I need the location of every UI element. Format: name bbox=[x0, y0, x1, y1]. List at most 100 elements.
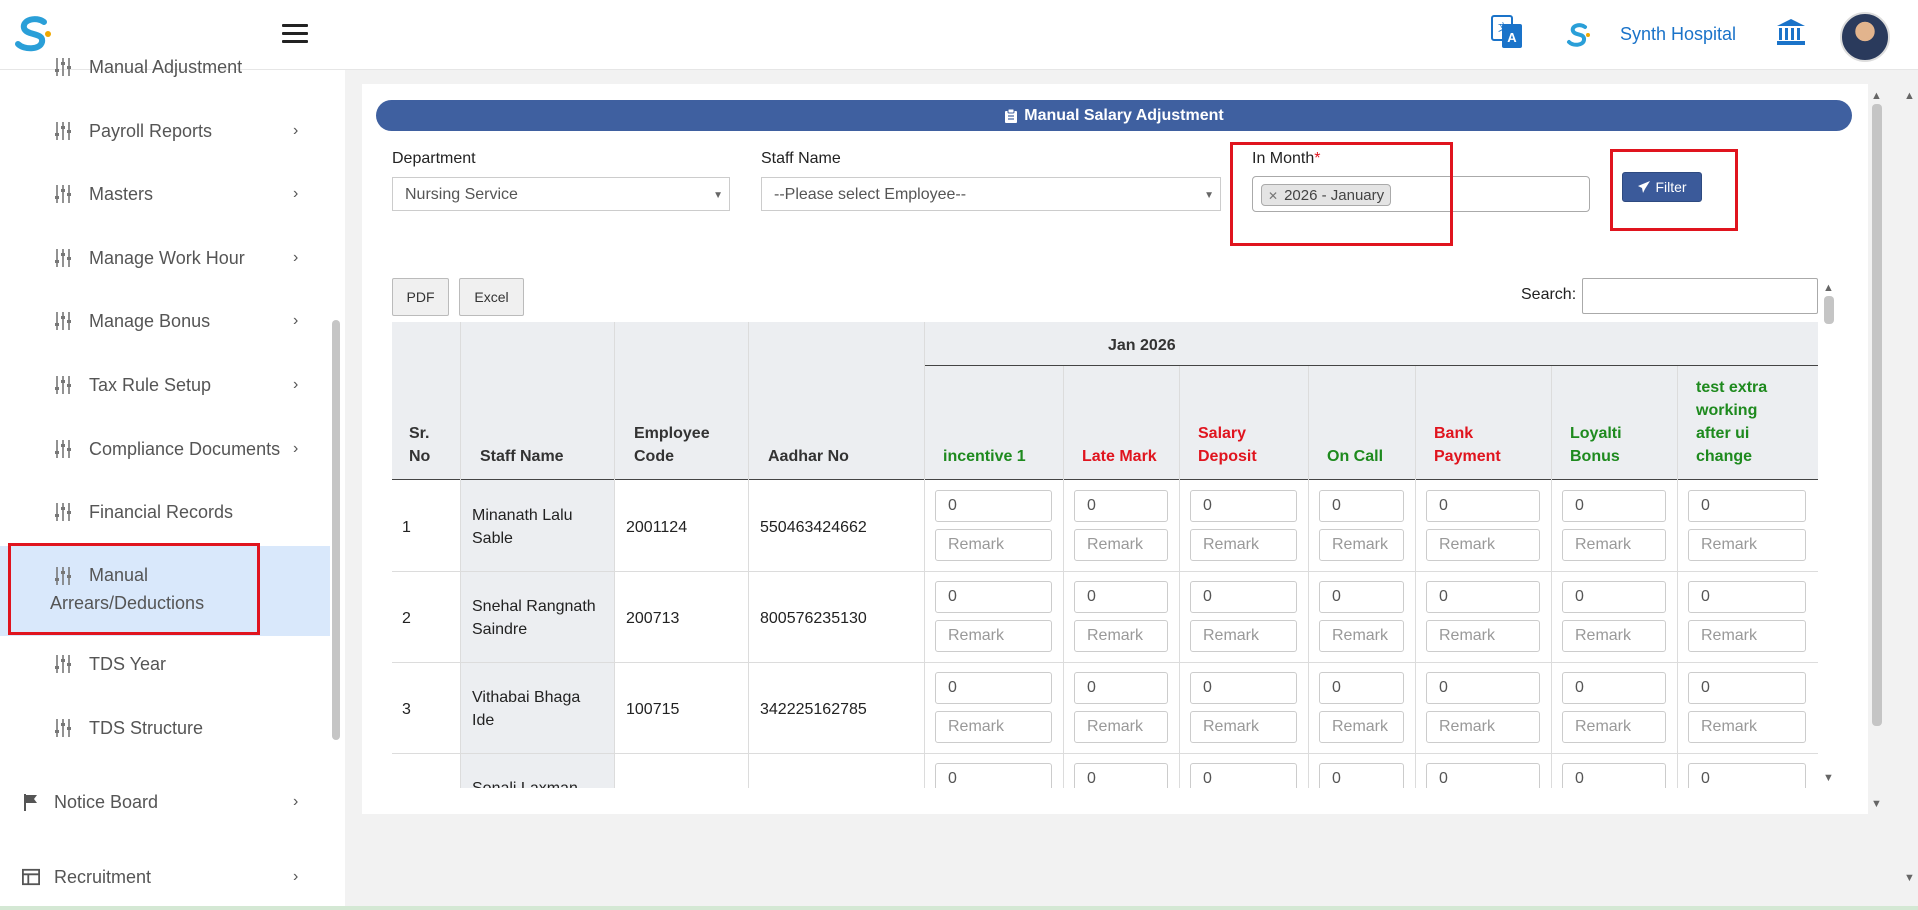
salary-deposit-remark-input[interactable]: Remark bbox=[1190, 529, 1297, 561]
app-logo-icon[interactable] bbox=[14, 14, 54, 54]
col-staff-name[interactable]: Staff Name bbox=[480, 445, 564, 468]
cell-staff-name: Snehal Rangnath bbox=[472, 598, 596, 615]
test-extra-remark-input[interactable]: Remark bbox=[1688, 711, 1806, 743]
translate-icon[interactable]: A 文 bbox=[1490, 14, 1524, 50]
user-avatar[interactable] bbox=[1840, 12, 1890, 62]
col-incentive-1[interactable]: incentive 1 bbox=[943, 445, 1026, 468]
sliders-icon bbox=[55, 719, 71, 737]
incentive-1-remark-input[interactable]: Remark bbox=[935, 711, 1052, 743]
sliders-icon bbox=[55, 376, 71, 394]
sidebar-item-recruitment[interactable]: Recruitment › bbox=[0, 849, 330, 905]
sliders-icon bbox=[55, 503, 71, 521]
card-scrollbar[interactable] bbox=[1872, 104, 1882, 726]
loyalti-bonus-input[interactable]: 0 bbox=[1562, 672, 1666, 704]
adjustment-table: Jan 2026 Sr. No Staff Name Employee Code… bbox=[392, 322, 1818, 788]
bank-payment-input[interactable]: 0 bbox=[1426, 763, 1540, 788]
department-select[interactable]: Nursing Service ▼ bbox=[392, 177, 730, 211]
test-extra-remark-input[interactable]: Remark bbox=[1688, 529, 1806, 561]
page-scroll-down-icon[interactable]: ▼ bbox=[1904, 872, 1915, 884]
table-scrollbar[interactable] bbox=[1824, 296, 1834, 324]
menu-toggle-icon[interactable] bbox=[282, 24, 308, 44]
loyalti-bonus-input[interactable]: 0 bbox=[1562, 581, 1666, 613]
sidebar-item-notice-board[interactable]: Notice Board › bbox=[0, 774, 330, 830]
sidebar-item-manage-bonus[interactable]: Manage Bonus › bbox=[0, 293, 330, 349]
loyalti-bonus-input[interactable]: 0 bbox=[1562, 490, 1666, 522]
cell-staff-name-line2: Saindre bbox=[472, 621, 528, 638]
col-aadhar-no[interactable]: Aadhar No bbox=[768, 445, 849, 468]
test-extra-remark-input[interactable]: Remark bbox=[1688, 620, 1806, 652]
late-mark-remark-input[interactable]: Remark bbox=[1074, 711, 1168, 743]
sidebar-item-label: Tax Rule Setup bbox=[89, 374, 212, 395]
sidebar-item-manage-work-hour[interactable]: Manage Work Hour › bbox=[0, 230, 330, 286]
staff-name-select[interactable]: --Please select Employee-- ▼ bbox=[761, 177, 1221, 211]
test-extra-input[interactable]: 0 bbox=[1688, 490, 1806, 522]
sidebar-item-manual-adjustment[interactable]: Manual Adjustment bbox=[0, 52, 330, 82]
bank-payment-input[interactable]: 0 bbox=[1426, 581, 1540, 613]
on-call-input[interactable]: 0 bbox=[1319, 490, 1404, 522]
chevron-right-icon: › bbox=[293, 868, 299, 885]
loyalti-bonus-remark-input[interactable]: Remark bbox=[1562, 620, 1666, 652]
sidebar-item-tds-structure[interactable]: TDS Structure bbox=[0, 700, 330, 756]
sidebar-scrollbar[interactable] bbox=[332, 320, 340, 740]
on-call-input[interactable]: 0 bbox=[1319, 763, 1404, 788]
bank-icon[interactable] bbox=[1776, 18, 1806, 46]
bank-payment-input[interactable]: 0 bbox=[1426, 490, 1540, 522]
salary-deposit-input[interactable]: 0 bbox=[1190, 581, 1297, 613]
late-mark-input[interactable]: 0 bbox=[1074, 763, 1168, 788]
salary-deposit-remark-input[interactable]: Remark bbox=[1190, 620, 1297, 652]
incentive-1-remark-input[interactable]: Remark bbox=[935, 620, 1052, 652]
sidebar-item-label: Payroll Reports bbox=[89, 120, 213, 141]
test-extra-input[interactable]: 0 bbox=[1688, 581, 1806, 613]
loyalti-bonus-remark-input[interactable]: Remark bbox=[1562, 529, 1666, 561]
incentive-1-input[interactable]: 0 bbox=[935, 581, 1052, 613]
bank-payment-input[interactable]: 0 bbox=[1426, 672, 1540, 704]
loyalti-bonus-remark-input[interactable]: Remark bbox=[1562, 711, 1666, 743]
page-scroll-up-icon[interactable]: ▲ bbox=[1904, 90, 1915, 102]
incentive-1-input[interactable]: 0 bbox=[935, 672, 1052, 704]
sidebar-item-payroll-reports[interactable]: Payroll Reports › bbox=[0, 103, 330, 159]
card-scroll-up-icon[interactable]: ▲ bbox=[1871, 90, 1882, 102]
bank-payment-remark-input[interactable]: Remark bbox=[1426, 711, 1540, 743]
page-title: Manual Salary Adjustment bbox=[1024, 106, 1224, 124]
on-call-remark-input[interactable]: Remark bbox=[1319, 711, 1404, 743]
bank-payment-remark-input[interactable]: Remark bbox=[1426, 620, 1540, 652]
table-scroll-up-icon[interactable]: ▲ bbox=[1823, 282, 1834, 294]
incentive-1-remark-input[interactable]: Remark bbox=[935, 529, 1052, 561]
salary-deposit-input[interactable]: 0 bbox=[1190, 672, 1297, 704]
salary-deposit-input[interactable]: 0 bbox=[1190, 763, 1297, 788]
col-late-mark[interactable]: Late Mark bbox=[1082, 445, 1157, 468]
late-mark-remark-input[interactable]: Remark bbox=[1074, 529, 1168, 561]
hospital-name[interactable]: Synth Hospital bbox=[1620, 24, 1736, 45]
search-input[interactable] bbox=[1582, 278, 1818, 314]
col-on-call[interactable]: On Call bbox=[1327, 445, 1383, 468]
incentive-1-input[interactable]: 0 bbox=[935, 763, 1052, 788]
card-scroll-down-icon[interactable]: ▼ bbox=[1871, 798, 1882, 810]
salary-deposit-remark-input[interactable]: Remark bbox=[1190, 711, 1297, 743]
on-call-remark-input[interactable]: Remark bbox=[1319, 620, 1404, 652]
bank-payment-remark-input[interactable]: Remark bbox=[1426, 529, 1540, 561]
on-call-input[interactable]: 0 bbox=[1319, 672, 1404, 704]
on-call-input[interactable]: 0 bbox=[1319, 581, 1404, 613]
chevron-right-icon: › bbox=[293, 185, 299, 202]
sidebar-item-compliance-documents[interactable]: Compliance Documents › bbox=[0, 421, 330, 477]
table-scroll-down-icon[interactable]: ▼ bbox=[1823, 772, 1834, 784]
test-extra-input[interactable]: 0 bbox=[1688, 763, 1806, 788]
late-mark-input[interactable]: 0 bbox=[1074, 490, 1168, 522]
salary-deposit-input[interactable]: 0 bbox=[1190, 490, 1297, 522]
sidebar-item-financial-records[interactable]: Financial Records bbox=[0, 484, 330, 540]
sidebar-item-masters[interactable]: Masters › bbox=[0, 166, 330, 222]
late-mark-remark-input[interactable]: Remark bbox=[1074, 620, 1168, 652]
staff-name-label: Staff Name bbox=[761, 150, 841, 167]
excel-button[interactable]: Excel bbox=[459, 278, 524, 316]
incentive-1-input[interactable]: 0 bbox=[935, 490, 1052, 522]
on-call-remark-input[interactable]: Remark bbox=[1319, 529, 1404, 561]
cell-staff-name: Vithabai Bhaga bbox=[472, 689, 581, 706]
pdf-button[interactable]: PDF bbox=[392, 278, 449, 316]
sidebar-item-tds-year[interactable]: TDS Year bbox=[0, 636, 330, 692]
late-mark-input[interactable]: 0 bbox=[1074, 672, 1168, 704]
sidebar-item-tax-rule-setup[interactable]: Tax Rule Setup › bbox=[0, 357, 330, 413]
test-extra-input[interactable]: 0 bbox=[1688, 672, 1806, 704]
loyalti-bonus-input[interactable]: 0 bbox=[1562, 763, 1666, 788]
late-mark-input[interactable]: 0 bbox=[1074, 581, 1168, 613]
cell-aadhar-no: 342225162785 bbox=[760, 701, 867, 718]
